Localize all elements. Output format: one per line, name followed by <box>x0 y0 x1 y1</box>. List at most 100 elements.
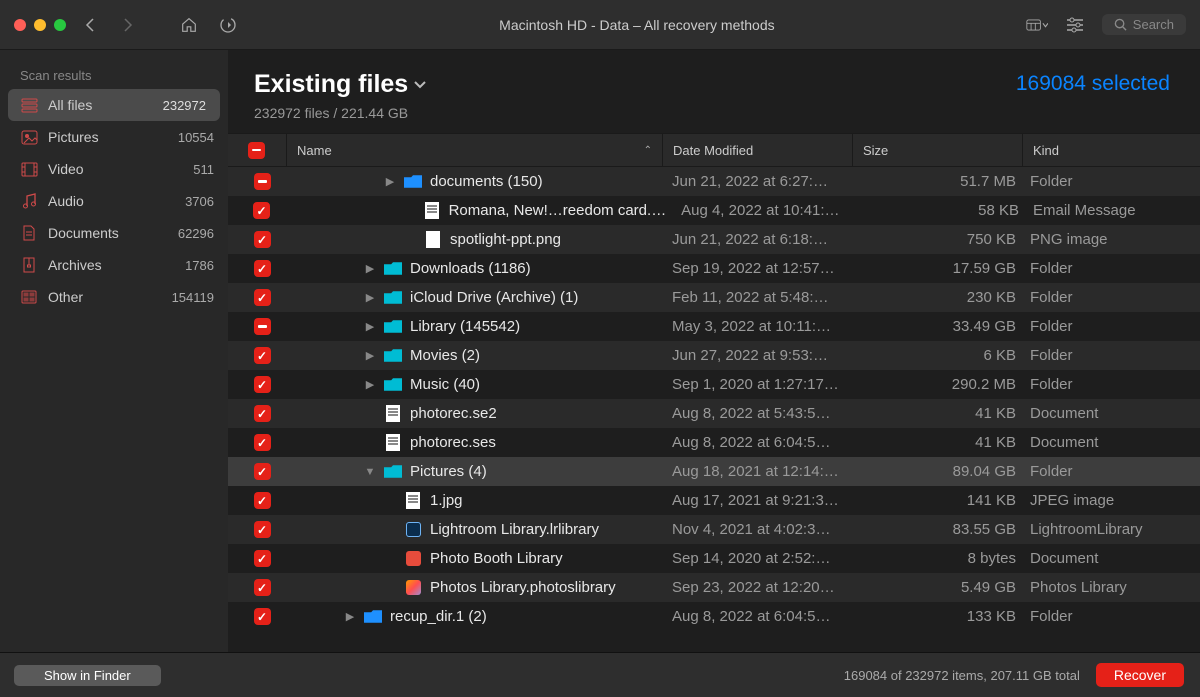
table-row[interactable]: ▶Music (40)Sep 1, 2020 at 1:27:17…290.2 … <box>228 370 1200 399</box>
row-checkbox[interactable] <box>254 434 271 451</box>
table-row[interactable]: ▶Library (145542)May 3, 2022 at 10:11:…3… <box>228 312 1200 341</box>
file-date: Nov 4, 2021 at 4:02:3… <box>662 521 852 538</box>
photos-library-icon <box>404 579 422 597</box>
rescan-button[interactable] <box>218 15 248 35</box>
sidebar-item-label: Documents <box>48 225 119 241</box>
row-checkbox[interactable] <box>253 202 270 219</box>
file-kind: JPEG image <box>1022 492 1200 509</box>
sidebar-item-pictures[interactable]: Pictures10554 <box>0 121 228 153</box>
document-icon <box>404 492 422 510</box>
row-checkbox[interactable] <box>254 376 271 393</box>
sidebar-item-audio[interactable]: Audio3706 <box>0 185 228 217</box>
filter-button[interactable] <box>1066 17 1084 33</box>
image-icon <box>20 130 38 145</box>
status-text: 169084 of 232972 items, 207.11 GB total <box>844 668 1080 683</box>
sidebar-item-count: 62296 <box>178 226 214 241</box>
maximize-window-button[interactable] <box>54 19 66 31</box>
sidebar-item-label: All files <box>48 97 92 113</box>
row-checkbox[interactable] <box>254 318 271 335</box>
document-icon <box>384 434 402 452</box>
folder-icon <box>384 318 402 336</box>
row-checkbox[interactable] <box>254 492 271 509</box>
search-field[interactable]: Search <box>1102 14 1186 35</box>
file-list[interactable]: ▶documents (150)Jun 21, 2022 at 6:27:…51… <box>228 167 1200 652</box>
table-row[interactable]: 1.jpgAug 17, 2021 at 9:21:3…141 KBJPEG i… <box>228 486 1200 515</box>
file-date: Sep 1, 2020 at 1:27:17… <box>662 376 852 393</box>
sidebar-item-archives[interactable]: Archives1786 <box>0 249 228 281</box>
table-row[interactable]: ▶documents (150)Jun 21, 2022 at 6:27:…51… <box>228 167 1200 196</box>
disclosure-right-icon[interactable]: ▶ <box>364 291 376 304</box>
disclosure-right-icon[interactable]: ▶ <box>364 349 376 362</box>
disclosure-right-icon[interactable]: ▶ <box>364 262 376 275</box>
sidebar-item-other[interactable]: Other154119 <box>0 281 228 313</box>
disclosure-right-icon[interactable]: ▶ <box>384 175 396 188</box>
file-kind: Folder <box>1022 463 1200 480</box>
row-checkbox[interactable] <box>254 521 271 538</box>
doc-icon <box>20 225 38 241</box>
col-checkbox[interactable] <box>238 134 286 166</box>
file-date: Sep 19, 2022 at 12:57… <box>662 260 852 277</box>
file-date: Aug 8, 2022 at 6:04:5… <box>662 608 852 625</box>
recover-button[interactable]: Recover <box>1096 663 1184 687</box>
archive-icon <box>20 257 38 273</box>
document-icon <box>423 202 441 220</box>
row-checkbox[interactable] <box>254 231 271 248</box>
col-size[interactable]: Size <box>852 134 1022 166</box>
row-checkbox[interactable] <box>254 260 271 277</box>
row-checkbox[interactable] <box>254 579 271 596</box>
close-window-button[interactable] <box>14 19 26 31</box>
disclosure-right-icon[interactable]: ▶ <box>344 610 356 623</box>
table-row[interactable]: spotlight-ppt.pngJun 21, 2022 at 6:18:…7… <box>228 225 1200 254</box>
home-button[interactable] <box>180 16 210 34</box>
sidebar-item-all-files[interactable]: All files232972 <box>8 89 220 121</box>
sidebar-item-video[interactable]: Video511 <box>0 153 228 185</box>
file-size: 133 KB <box>852 608 1022 625</box>
file-date: Feb 11, 2022 at 5:48:… <box>662 289 852 306</box>
selection-count: 169084 selected <box>1016 72 1170 96</box>
page-title[interactable]: Existing files <box>254 70 426 99</box>
view-options-button[interactable] <box>1026 17 1048 33</box>
table-row[interactable]: ▶Movies (2)Jun 27, 2022 at 9:53:…6 KBFol… <box>228 341 1200 370</box>
row-checkbox[interactable] <box>254 608 271 625</box>
col-name[interactable]: Name ⌃ <box>286 134 662 166</box>
file-size: 41 KB <box>852 434 1022 451</box>
table-row[interactable]: ▶recup_dir.1 (2)Aug 8, 2022 at 6:04:5…13… <box>228 602 1200 631</box>
row-checkbox[interactable] <box>254 405 271 422</box>
sidebar-item-count: 1786 <box>185 258 214 273</box>
table-header: Name ⌃ Date Modified Size Kind <box>228 133 1200 167</box>
table-row[interactable]: Photos Library.photoslibrarySep 23, 2022… <box>228 573 1200 602</box>
table-row[interactable]: Lightroom Library.lrlibraryNov 4, 2021 a… <box>228 515 1200 544</box>
table-row[interactable]: Photo Booth LibrarySep 14, 2020 at 2:52:… <box>228 544 1200 573</box>
table-row[interactable]: ▶iCloud Drive (Archive) (1)Feb 11, 2022 … <box>228 283 1200 312</box>
file-kind: Document <box>1022 405 1200 422</box>
row-checkbox[interactable] <box>254 463 271 480</box>
col-date[interactable]: Date Modified <box>662 134 852 166</box>
table-row[interactable]: photorec.sesAug 8, 2022 at 6:04:5…41 KBD… <box>228 428 1200 457</box>
folder-icon <box>384 289 402 307</box>
row-checkbox[interactable] <box>254 173 271 190</box>
nav-forward-button[interactable] <box>122 18 152 32</box>
table-row[interactable]: ▼Pictures (4)Aug 18, 2021 at 12:14:…89.0… <box>228 457 1200 486</box>
footer: Show in Finder 169084 of 232972 items, 2… <box>0 652 1200 697</box>
row-checkbox[interactable] <box>254 550 271 567</box>
file-size: 8 bytes <box>852 550 1022 567</box>
search-icon <box>1114 18 1127 31</box>
nav-back-button[interactable] <box>84 18 114 32</box>
disclosure-right-icon[interactable]: ▶ <box>364 378 376 391</box>
row-checkbox[interactable] <box>254 289 271 306</box>
minimize-window-button[interactable] <box>34 19 46 31</box>
sidebar-item-label: Pictures <box>48 129 99 145</box>
disclosure-down-icon[interactable]: ▼ <box>364 466 376 478</box>
file-name: Downloads (1186) <box>410 260 531 277</box>
sidebar-item-documents[interactable]: Documents 62296 <box>0 217 228 249</box>
content-area: Existing files 232972 files / 221.44 GB … <box>228 50 1200 652</box>
show-in-finder-button[interactable]: Show in Finder <box>14 665 161 686</box>
table-row[interactable]: ▶Downloads (1186)Sep 19, 2022 at 12:57…1… <box>228 254 1200 283</box>
file-size: 290.2 MB <box>852 376 1022 393</box>
table-row[interactable]: Romana, New!…reedom card.emlAug 4, 2022 … <box>228 196 1200 225</box>
disclosure-right-icon[interactable]: ▶ <box>364 320 376 333</box>
row-checkbox[interactable] <box>254 347 271 364</box>
col-kind[interactable]: Kind <box>1022 134 1200 166</box>
table-row[interactable]: photorec.se2Aug 8, 2022 at 5:43:5…41 KBD… <box>228 399 1200 428</box>
header-checkbox[interactable] <box>248 142 265 159</box>
